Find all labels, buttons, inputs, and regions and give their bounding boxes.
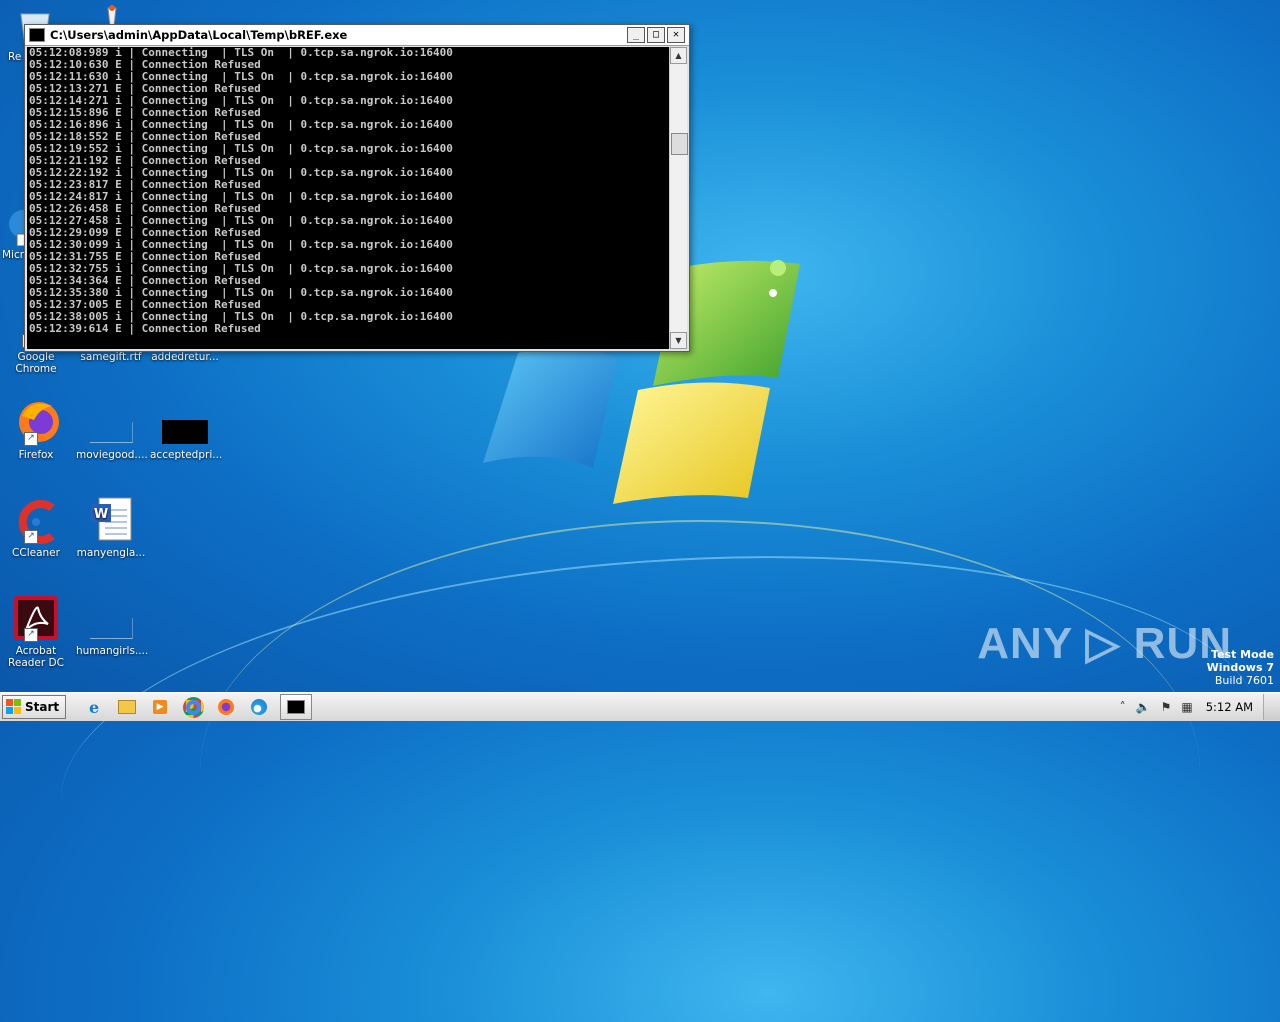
desktop-icon-label: addedretur... [151, 351, 219, 363]
desktop-icon-acceptedpri[interactable]: acceptedpri... [150, 398, 223, 461]
desktop-icon-manyengla[interactable]: W manyengla... [76, 496, 146, 559]
clock[interactable]: 5:12 AM [1206, 700, 1253, 714]
desktop-icon-label: moviegood.... [76, 449, 148, 461]
console-line: 05:12:39:614 E | Connection Refused [29, 322, 261, 335]
word-doc-icon: W [87, 496, 135, 544]
explorer-icon[interactable] [115, 696, 139, 718]
start-label: Start [25, 700, 60, 714]
desktop-icon-label: Google Chrome [15, 351, 57, 375]
anyrun-watermark: ANY ▷ RUN [977, 619, 1232, 668]
console-icon [29, 28, 45, 42]
shortcut-arrow-icon: ↗ [24, 628, 38, 642]
shortcut-arrow-icon: ↗ [24, 530, 38, 544]
console-titlebar[interactable]: C:\Users\admin\AppData\Local\Temp\bREF.e… [25, 25, 689, 46]
system-tray: ˄ 🔈 ⚑ ▦ 5:12 AM [1115, 693, 1280, 721]
os-name-label: Windows 7 [1206, 661, 1274, 674]
start-button[interactable]: Start [2, 695, 67, 719]
speaker-icon[interactable]: 🔈 [1136, 700, 1151, 714]
window-title: C:\Users\admin\AppData\Local\Temp\bREF.e… [50, 28, 348, 42]
test-mode-notice: Test Mode Windows 7 Build 7601 [1207, 648, 1274, 687]
scroll-down-button[interactable]: ▼ [670, 332, 687, 349]
firefox-icon[interactable] [214, 696, 238, 718]
acrobat-icon: ↗ [12, 594, 60, 642]
desktop-icon-label: acceptedpri... [150, 449, 223, 461]
flag-icon[interactable]: ⚑ [1161, 700, 1172, 714]
desktop-icon-label: humangirls.... [76, 645, 149, 657]
build-label: Build 7601 [1214, 674, 1274, 687]
maximize-button[interactable]: □ [647, 27, 665, 43]
file-icon [87, 594, 135, 642]
desktop-icon-label: samegift.rtf [80, 351, 142, 363]
desktop-icon-moviegood[interactable]: moviegood.... [76, 398, 148, 461]
svg-text:W: W [94, 507, 108, 522]
ie-icon[interactable]: e [82, 696, 106, 718]
desktop-icon-ccleaner[interactable]: ↗ CCleaner [1, 496, 71, 559]
file-icon [87, 398, 135, 446]
desktop-icon-humangirls[interactable]: humangirls.... [76, 594, 149, 657]
media-player-icon[interactable]: ▶ [148, 696, 172, 718]
console-window[interactable]: C:\Users\admin\AppData\Local\Temp\bREF.e… [24, 24, 690, 352]
minimize-button[interactable]: _ [627, 27, 645, 43]
taskbar: Start e ▶ ˄ 🔈 ⚑ ▦ 5:12 AM [0, 692, 1280, 721]
edge-icon[interactable] [247, 696, 271, 718]
ccleaner-icon: ↗ [12, 496, 60, 544]
desktop-icon-firefox[interactable]: ↗ Firefox [1, 398, 71, 461]
shortcut-arrow-icon: ↗ [24, 432, 38, 446]
windows-flag-icon [6, 699, 22, 715]
console-taskbar-button[interactable] [280, 694, 313, 720]
desktop-icon-label: CCleaner [12, 547, 60, 559]
console-output: 05:12:08:989 i | Connecting | TLS On | 0… [27, 47, 669, 335]
black-file-icon [161, 398, 209, 446]
console-output-area[interactable]: 05:12:08:989 i | Connecting | TLS On | 0… [27, 47, 669, 349]
test-mode-label: Test Mode [1211, 648, 1274, 661]
close-button[interactable]: ✕ [667, 27, 685, 43]
desktop-icon-acrobat-reader[interactable]: ↗ Acrobat Reader DC [1, 594, 71, 669]
show-desktop-button[interactable] [1263, 694, 1280, 720]
desktop-icon-label: Acrobat Reader DC [8, 645, 64, 669]
chrome-icon[interactable] [181, 696, 205, 718]
firefox-icon: ↗ [12, 398, 60, 446]
wallpaper-swoosh [200, 520, 1200, 1022]
desktop-icon-label: Firefox [18, 449, 54, 461]
wallpaper-swoosh [47, 518, 1273, 1004]
scroll-up-button[interactable]: ▲ [670, 47, 687, 64]
network-icon[interactable]: ▦ [1181, 700, 1192, 714]
scroll-thumb[interactable] [671, 133, 688, 155]
show-hidden-icons-icon[interactable]: ˄ [1120, 700, 1126, 714]
vertical-scrollbar[interactable]: ▲ ▼ [669, 47, 688, 349]
desktop-icon-label: manyengla... [76, 547, 146, 559]
